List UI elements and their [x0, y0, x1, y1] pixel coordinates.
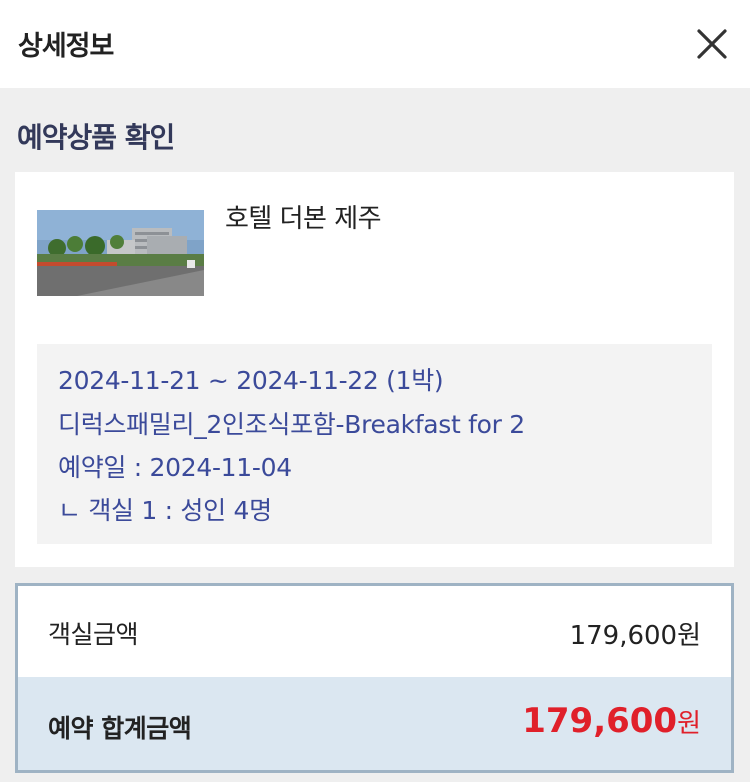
total-value: 179,600원 [522, 701, 701, 741]
total-price-row: 예약 합계금액 179,600원 [18, 677, 731, 770]
page-title: 상세정보 [18, 31, 114, 62]
room-price-value: 179,600원 [569, 621, 701, 651]
price-summary: 객실금액 179,600원 예약 합계금액 179,600원 [15, 583, 734, 773]
close-button[interactable] [690, 22, 734, 66]
header-bar: 상세정보 [0, 0, 750, 88]
hotel-photo [37, 210, 204, 296]
hotel-name[interactable]: 호텔 더본 제주 [225, 198, 382, 235]
total-unit: 원 [677, 709, 701, 739]
hotel-thumbnail[interactable] [37, 210, 204, 296]
close-icon [697, 29, 727, 59]
guest-info: ㄴ 객실 1 : 성인 4명 [58, 496, 272, 525]
product-card: 호텔 더본 제주 2024-11-21 ~ 2024-11-22 (1박) 디럭… [15, 172, 734, 567]
section-title: 예약상품 확인 [17, 121, 175, 154]
booking-details: 2024-11-21 ~ 2024-11-22 (1박) 디럭스패밀리_2인조식… [37, 344, 712, 544]
room-type: 디럭스패밀리_2인조식포함-Breakfast for 2 [58, 410, 525, 439]
total-label: 예약 합계금액 [48, 714, 192, 743]
total-amount: 179,600 [522, 701, 678, 741]
room-price-row: 객실금액 179,600원 [18, 586, 731, 677]
stay-dates: 2024-11-21 ~ 2024-11-22 (1박) [58, 366, 444, 395]
room-price-label: 객실금액 [48, 620, 139, 649]
booking-date: 예약일 : 2024-11-04 [58, 453, 292, 482]
